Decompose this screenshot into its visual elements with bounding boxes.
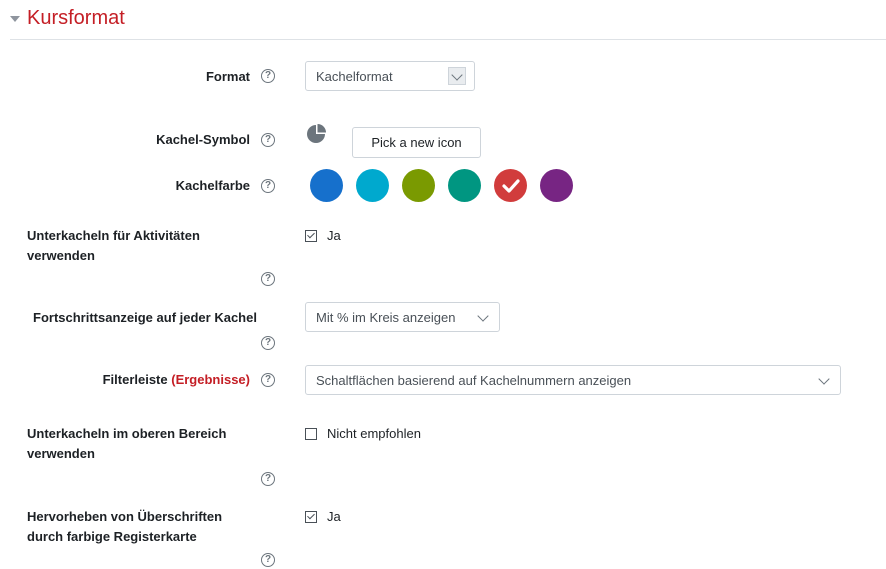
caret-down-icon: [10, 16, 20, 22]
color-swatch-group: [310, 169, 573, 202]
hervorheben-checkbox[interactable]: [305, 510, 317, 523]
pick-icon-button[interactable]: Pick a new icon: [352, 127, 481, 158]
fortschritt-select-value: Mit % im Kreis anzeigen: [316, 309, 456, 325]
help-icon[interactable]: ?: [261, 373, 275, 387]
help-icon[interactable]: ?: [261, 179, 275, 193]
help-icon[interactable]: ?: [261, 472, 275, 486]
kachel-symbol-label: Kachel-Symbol: [156, 132, 250, 147]
color-swatch-teal[interactable]: [448, 169, 481, 202]
color-swatch-olive[interactable]: [402, 169, 435, 202]
color-swatch-purple[interactable]: [540, 169, 573, 202]
fortschritt-label: Fortschrittsanzeige auf jeder Kachel: [33, 310, 257, 325]
help-icon[interactable]: ?: [261, 336, 275, 350]
unterkacheln-aktivitaeten-label: Unterkacheln für Aktivitäten verwenden: [27, 228, 200, 263]
check-icon: [501, 178, 520, 193]
color-swatch-red[interactable]: [494, 169, 527, 202]
hervorheben-label: Hervorheben von Überschriften durch farb…: [27, 509, 223, 544]
color-swatch-cyan[interactable]: [356, 169, 389, 202]
chevron-down-icon: [448, 67, 466, 85]
help-icon[interactable]: ?: [261, 553, 275, 567]
section-title: Kursformat: [27, 6, 125, 29]
filterleiste-select-value: Schaltflächen basierend auf Kachelnummer…: [316, 372, 632, 388]
format-label: Format: [205, 69, 250, 84]
color-swatch-blue[interactable]: [310, 169, 343, 202]
hervorheben-option: Ja: [305, 509, 341, 524]
help-icon[interactable]: ?: [261, 133, 275, 147]
unterkacheln-oben-label: Unterkacheln im oberen Bereich verwenden: [27, 426, 227, 461]
unterkacheln-aktivitaeten-option: Ja: [305, 228, 341, 243]
help-icon[interactable]: ?: [261, 272, 275, 286]
filterleiste-label: Filterleiste (Ergebnisse): [102, 372, 250, 387]
help-icon[interactable]: ?: [261, 69, 275, 83]
kachelfarbe-label: Kachelfarbe: [175, 178, 250, 193]
pie-chart-icon: [305, 123, 327, 150]
fortschritt-select[interactable]: Mit % im Kreis anzeigen: [305, 302, 500, 332]
format-select-value: Kachelformat: [316, 68, 393, 84]
filterleiste-select[interactable]: Schaltflächen basierend auf Kachelnummer…: [305, 365, 841, 395]
format-select[interactable]: Kachelformat: [305, 61, 475, 91]
section-divider: [10, 39, 886, 40]
section-toggle[interactable]: Kursformat: [10, 4, 125, 32]
unterkacheln-oben-option: Nicht empfohlen: [305, 426, 421, 441]
chevron-down-icon: [818, 373, 830, 385]
filterleiste-label-highlight: (Ergebnisse): [171, 372, 250, 387]
unterkacheln-aktivitaeten-checkbox[interactable]: [305, 229, 317, 242]
chevron-down-icon: [477, 310, 489, 322]
unterkacheln-oben-checkbox[interactable]: [305, 427, 317, 440]
